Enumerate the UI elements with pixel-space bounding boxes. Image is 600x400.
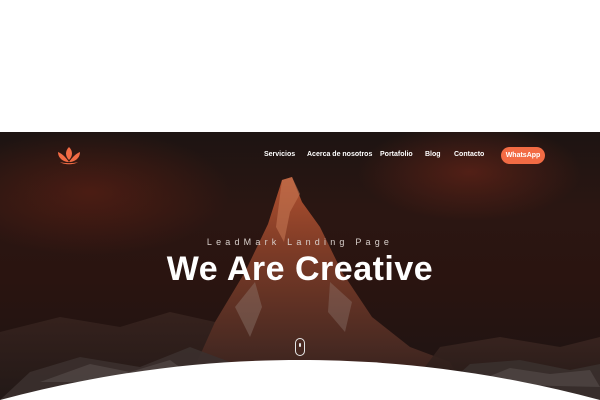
nav-item-blog[interactable]: Blog	[425, 151, 441, 158]
hero-headline: We Are Creative	[166, 250, 434, 288]
nav-item-portafolio[interactable]: Portafolio	[380, 151, 413, 158]
whatsapp-button[interactable]: WhatsApp	[501, 147, 545, 164]
lotus-logo-icon[interactable]	[55, 146, 83, 166]
nav-item-contacto[interactable]: Contacto	[454, 151, 484, 158]
nav-item-servicios[interactable]: Servicios	[264, 151, 295, 158]
mouse-scroll-icon[interactable]	[295, 338, 305, 356]
hero-bottom-curve	[0, 360, 600, 400]
hero-tagline: LeadMark Landing Page	[206, 237, 394, 247]
nav-item-acerca-de-nosotros[interactable]: Acerca de nosotros	[307, 151, 372, 158]
scroll-wheel-dot	[299, 343, 301, 347]
